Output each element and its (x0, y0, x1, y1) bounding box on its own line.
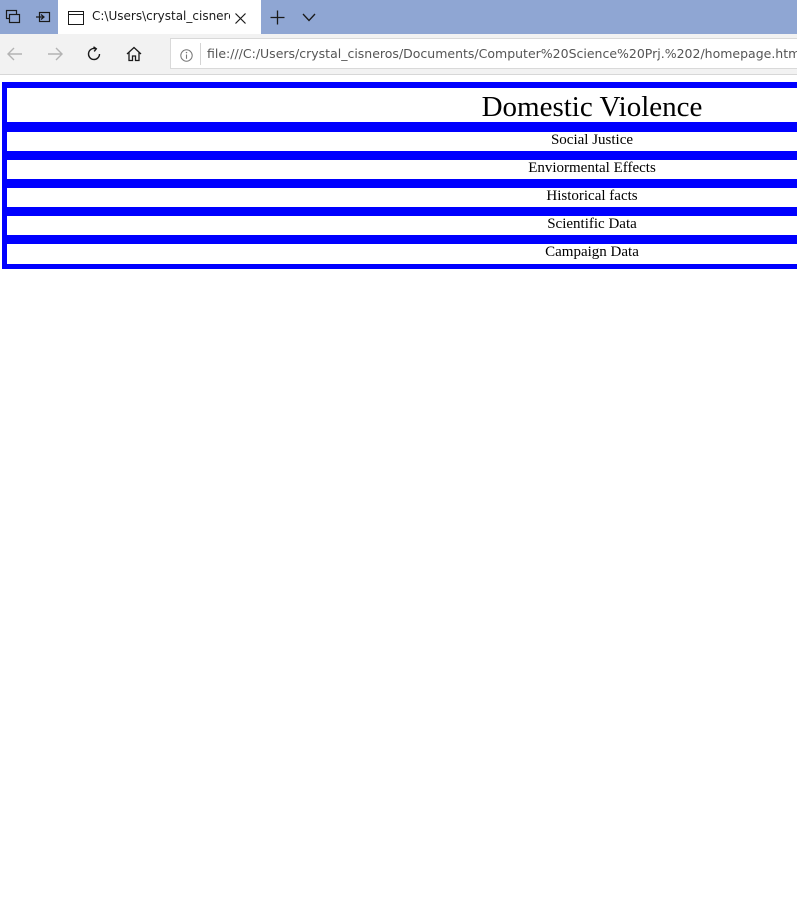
close-icon[interactable] (234, 10, 247, 29)
navigation-bar: file:///C:/Users/crystal_cisneros/Docume… (0, 34, 797, 75)
nav-item-historical-facts[interactable]: Historical facts (7, 188, 797, 205)
page-icon (68, 10, 84, 29)
info-icon[interactable] (180, 47, 193, 66)
table-row: Campaign Data (7, 244, 797, 264)
page-title-cell: Domestic Violence (7, 88, 797, 123)
forward-arrow-icon[interactable] (40, 34, 70, 74)
home-icon[interactable] (119, 34, 149, 74)
plus-icon[interactable] (264, 0, 290, 34)
table-row: Social Justice (7, 132, 797, 151)
active-tab[interactable]: C:\Users\crystal_cisnero (58, 0, 261, 34)
nav-item-social-justice[interactable]: Social Justice (7, 132, 797, 149)
tab-bar: C:\Users\crystal_cisnero (0, 0, 797, 34)
refresh-icon[interactable] (79, 34, 109, 74)
nav-item-campaign-data[interactable]: Campaign Data (7, 244, 797, 261)
nav-item-enviormental-effects[interactable]: Enviormental Effects (7, 160, 797, 177)
chevron-down-icon[interactable] (296, 0, 322, 34)
address-bar[interactable]: file:///C:/Users/crystal_cisneros/Docume… (170, 38, 797, 69)
tab-title: C:\Users\crystal_cisnero (92, 9, 230, 23)
back-arrow-icon[interactable] (0, 34, 30, 74)
content-table: Domestic Violence Social Justice Enviorm… (2, 82, 797, 269)
nav-item-scientific-data[interactable]: Scientific Data (7, 216, 797, 233)
address-divider (200, 43, 201, 65)
page-title: Domestic Violence (481, 91, 703, 123)
tab-actions-icon[interactable] (0, 0, 26, 34)
url-text[interactable]: file:///C:/Users/crystal_cisneros/Docume… (207, 46, 797, 61)
set-aside-tabs-icon[interactable] (30, 0, 56, 34)
table-row: Historical facts (7, 188, 797, 207)
table-row: Scientific Data (7, 216, 797, 235)
table-row: Enviormental Effects (7, 160, 797, 179)
